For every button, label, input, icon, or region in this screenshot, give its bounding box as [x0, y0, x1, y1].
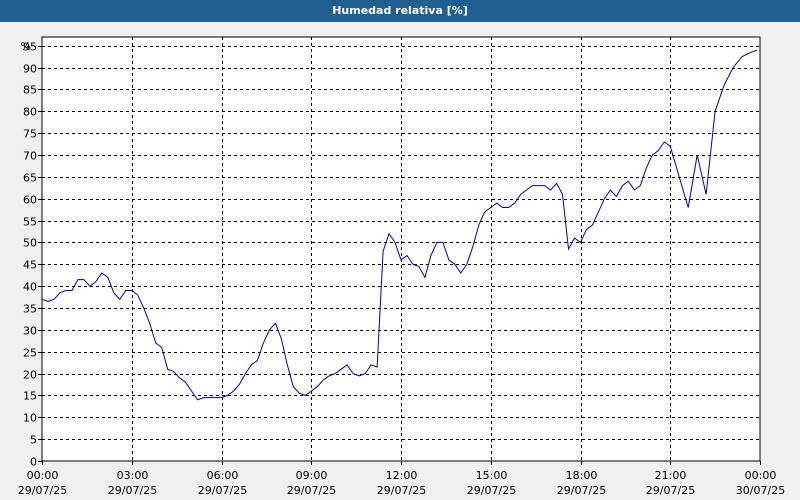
- x-tick-date: 29/07/25: [646, 484, 695, 497]
- y-tick-label: 45: [23, 259, 37, 272]
- x-tick-time: 15:00: [476, 469, 508, 482]
- x-tick-time: 06:00: [207, 469, 239, 482]
- y-tick-label: 90: [23, 63, 37, 76]
- y-tick-label: 35: [23, 303, 37, 316]
- x-tick-date: 29/07/25: [377, 484, 426, 497]
- x-tick-date: 29/07/25: [108, 484, 157, 497]
- y-tick-label: 40: [23, 281, 37, 294]
- y-tick-labels: 0 5 10 15 20 25 30 35 40 45 50 55 60 65 70 75 80 85 90 95: [23, 41, 37, 469]
- chart-title: Humedad relativa [%]: [0, 0, 800, 22]
- y-tick-label: 70: [23, 150, 37, 163]
- x-tick-time: 12:00: [386, 469, 418, 482]
- y-tick-label: 50: [23, 237, 37, 250]
- y-tick-label: 0: [30, 456, 37, 469]
- y-tick-label: 55: [23, 216, 37, 229]
- x-tick-date: 30/07/25: [736, 484, 785, 497]
- y-tick-label: 30: [23, 325, 37, 338]
- x-tick-time: 00:00: [745, 469, 777, 482]
- x-tick-date: 29/07/25: [198, 484, 247, 497]
- x-tick-labels: 00:00 29/07/25 03:00 29/07/25 06:00 29/07/25 0…: [18, 469, 785, 497]
- y-tick-label: 10: [23, 412, 37, 425]
- x-tick-date: 29/07/25: [557, 484, 606, 497]
- y-tick-label: 80: [23, 106, 37, 119]
- y-tick-label: 65: [23, 172, 37, 185]
- y-tick-label: 15: [23, 390, 37, 403]
- y-tick-label: 5: [30, 434, 37, 447]
- x-tick-time: 21:00: [655, 469, 687, 482]
- x-tick-date: 29/07/25: [287, 484, 336, 497]
- x-tick-date: 29/07/25: [18, 484, 67, 497]
- y-tick-label: 20: [23, 369, 37, 382]
- chart-canvas: % 05101520253035404550556065707580859095…: [18, 36, 785, 497]
- x-tick-time: 09:00: [296, 469, 328, 482]
- x-tick-date: 29/07/25: [467, 484, 516, 497]
- y-tick-label: 25: [23, 347, 37, 360]
- x-tick-time: 18:00: [566, 469, 598, 482]
- y-tick-label: 95: [23, 41, 37, 54]
- x-tick-time: 03:00: [117, 469, 149, 482]
- y-tick-label: 60: [23, 194, 37, 207]
- x-tick-time: 00:00: [27, 469, 59, 482]
- y-tick-label: 85: [23, 84, 37, 97]
- y-tick-label: 75: [23, 128, 37, 141]
